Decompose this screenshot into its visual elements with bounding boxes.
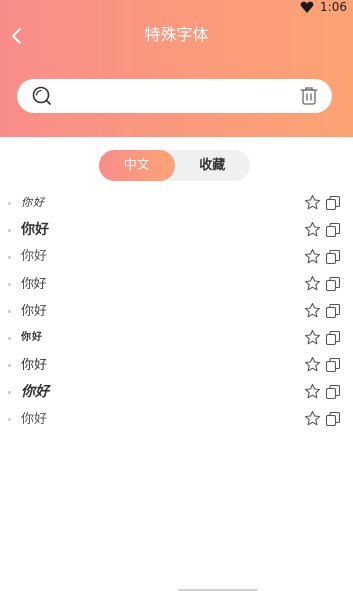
- copy-icon[interactable]: [325, 195, 341, 211]
- tab-chinese[interactable]: 中文: [99, 150, 175, 181]
- star-icon[interactable]: [304, 356, 321, 373]
- search-box[interactable]: [17, 79, 332, 113]
- list-item-text: 你好: [21, 411, 48, 426]
- tab-favorites[interactable]: 收藏: [175, 150, 251, 181]
- list-item-text: 你好: [21, 196, 45, 209]
- bullet-dot: [8, 256, 11, 259]
- list-item-text: 你好: [21, 384, 49, 400]
- copy-icon[interactable]: [325, 276, 341, 292]
- list-item-text: 你好: [21, 222, 49, 238]
- list-item-text: 你好: [21, 357, 48, 372]
- bullet-dot: [8, 418, 11, 421]
- star-icon[interactable]: [304, 302, 321, 319]
- list-item: 你好: [0, 190, 353, 217]
- list-item-text: 你好: [21, 332, 43, 343]
- list-item-text: 你好: [21, 276, 47, 291]
- list-item: 你好: [0, 271, 353, 298]
- font-list: 你好 你好 你好 你好 你好 你好 你好 你好 你好: [0, 190, 353, 433]
- star-icon[interactable]: [304, 221, 321, 238]
- list-item: 你好: [0, 298, 353, 325]
- bullet-dot: [8, 310, 11, 313]
- copy-icon[interactable]: [325, 411, 341, 427]
- copy-icon[interactable]: [325, 384, 341, 400]
- list-item-text: 你好: [21, 303, 48, 318]
- star-icon[interactable]: [304, 383, 321, 400]
- list-item-text: 你好: [21, 249, 48, 264]
- search-icon: [32, 86, 51, 105]
- bullet-dot: [8, 202, 11, 205]
- list-item: 你好: [0, 352, 353, 379]
- page-title: 特殊字体: [144, 25, 209, 44]
- list-item: 你好: [0, 244, 353, 271]
- bullet-dot: [8, 283, 11, 286]
- star-icon[interactable]: [304, 275, 321, 292]
- star-icon[interactable]: [304, 194, 321, 211]
- header: 1:06 特殊字体: [0, 0, 353, 137]
- bullet-dot: [8, 391, 11, 394]
- search-input[interactable]: [63, 85, 293, 107]
- star-icon[interactable]: [304, 410, 321, 427]
- status-time: 1:06: [320, 0, 347, 14]
- status-bar: 1:06: [300, 0, 347, 14]
- copy-icon[interactable]: [325, 357, 341, 373]
- list-item: 你好: [0, 217, 353, 244]
- star-icon[interactable]: [304, 248, 321, 265]
- copy-icon[interactable]: [325, 303, 341, 319]
- copy-icon[interactable]: [325, 330, 341, 346]
- copy-icon[interactable]: [325, 222, 341, 238]
- tab-bar: 中文 收藏: [99, 150, 250, 181]
- bullet-dot: [8, 337, 11, 340]
- list-item: 你好: [0, 406, 353, 433]
- heart-icon: [300, 1, 314, 13]
- copy-icon[interactable]: [325, 249, 341, 265]
- bullet-dot: [8, 229, 11, 232]
- list-item: 你好: [0, 325, 353, 352]
- star-icon[interactable]: [304, 329, 321, 346]
- trash-icon[interactable]: [298, 85, 320, 107]
- bullet-dot: [8, 364, 11, 367]
- list-item: 你好: [0, 379, 353, 406]
